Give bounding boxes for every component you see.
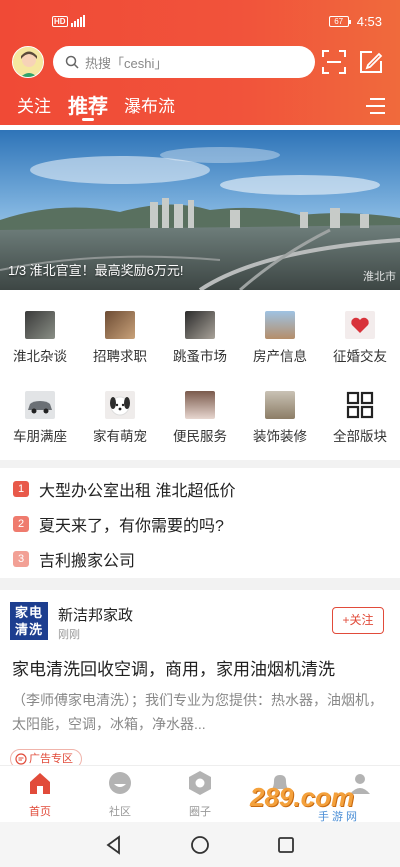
category-label: 淮北杂谈	[13, 349, 67, 364]
nav-label: 圈子	[189, 806, 211, 818]
post-author[interactable]: 新洁邦家政	[58, 604, 133, 625]
signal-icon	[70, 15, 85, 27]
category-thumbnail	[185, 311, 215, 339]
post-avatar-text: 家电清洗	[14, 605, 43, 637]
rank-badge: 3	[13, 551, 29, 567]
category-label: 房产信息	[253, 349, 307, 364]
hot-item-text: 吉利搬家公司	[39, 553, 136, 570]
site-watermark: 289.com 手游网	[250, 782, 390, 823]
recents-icon[interactable]	[276, 835, 296, 855]
search-bar[interactable]: 热搜「ceshi」	[53, 46, 315, 78]
category-item[interactable]: 淮北杂谈	[0, 305, 80, 375]
category-label: 家有萌宠	[93, 429, 147, 444]
category-label: 招聘求职	[93, 349, 147, 364]
search-placeholder: 热搜「ceshi」	[85, 55, 168, 71]
community-icon	[109, 772, 131, 794]
post-body[interactable]: （李师傅家电清洗）；我们专业为您提供：热水器，油烟机，太阳能，空调，冰箱，净水器…	[12, 688, 390, 736]
category-label: 装饰装修	[253, 429, 307, 444]
rank-badge: 2	[13, 516, 29, 532]
section-divider	[0, 460, 400, 468]
rank-badge: 1	[13, 481, 29, 497]
category-thumbnail	[25, 311, 55, 339]
status-bar: HD 67 4:53	[0, 0, 400, 40]
battery-icon: 67	[328, 16, 351, 27]
post-avatar[interactable]: 家电清洗	[10, 602, 48, 640]
category-item[interactable]: 招聘求职	[80, 305, 160, 375]
grid-icon	[346, 391, 374, 419]
feed-tabs: 关注 推荐 瀑布流	[0, 88, 400, 125]
app-header: HD 67 4:53 热搜「ceshi」 关注 推荐 瀑布流	[0, 0, 400, 125]
category-thumbnail	[185, 391, 215, 419]
clock: 4:53	[356, 14, 382, 29]
banner-carousel[interactable]: 1/3 淮北官宣！最高奖励6万元! 淮北市	[0, 130, 400, 290]
hot-list-item[interactable]: 2 夏天来了，有你需要的吗?	[0, 507, 224, 541]
category-item[interactable]: 车朋满座	[0, 385, 80, 455]
category-item[interactable]: 便民服务	[160, 385, 240, 455]
category-thumbnail	[105, 311, 135, 339]
category-label: 便民服务	[173, 429, 227, 444]
scan-icon[interactable]	[321, 49, 347, 75]
edit-icon[interactable]	[358, 49, 384, 75]
tab-follow[interactable]: 关注	[17, 92, 51, 117]
category-item[interactable]: 跳蚤市场	[160, 305, 240, 375]
tab-waterfall[interactable]: 瀑布流	[124, 92, 175, 117]
hot-list-item[interactable]: 3 吉利搬家公司	[0, 542, 135, 576]
home-button-icon[interactable]	[190, 835, 210, 855]
category-item[interactable]: 征婚交友	[320, 305, 400, 375]
category-label: 车朋满座	[13, 429, 67, 444]
back-icon[interactable]	[104, 835, 124, 855]
ad-icon	[15, 753, 27, 765]
nav-circle[interactable]: 圈子	[170, 770, 230, 819]
hot-item-text: 夏天来了，有你需要的吗?	[39, 518, 224, 535]
nav-label: 首页	[29, 806, 51, 818]
category-label: 跳蚤市场	[173, 349, 227, 364]
post-title[interactable]: 家电清洗回收空调，商用，家用油烟机清洗	[12, 655, 335, 680]
banner-watermark: 淮北市	[363, 271, 396, 283]
category-item[interactable]: 装饰装修	[240, 385, 320, 455]
category-label: 全部版块	[333, 429, 387, 444]
hot-item-text: 大型办公室出租 淮北超低价	[39, 483, 236, 500]
category-item[interactable]: 全部版块	[320, 385, 400, 455]
category-item[interactable]: 家有萌宠	[80, 385, 160, 455]
post-time: 刚刚	[58, 629, 80, 641]
nav-home[interactable]: 首页	[10, 770, 70, 819]
user-avatar[interactable]	[12, 46, 44, 78]
follow-button[interactable]: +关注	[332, 607, 384, 634]
menu-icon[interactable]	[364, 96, 386, 116]
tab-recommend[interactable]: 推荐	[68, 90, 108, 119]
section-divider	[0, 578, 400, 590]
search-icon	[65, 55, 79, 69]
category-thumbnail	[265, 311, 295, 339]
category-grid: 淮北杂谈 招聘求职 跳蚤市场 房产信息 征婚交友 车朋满座 家有萌宠 便民服务 …	[0, 305, 400, 455]
nav-label: 社区	[109, 806, 131, 818]
category-item[interactable]: 房产信息	[240, 305, 320, 375]
dog-icon	[105, 391, 135, 419]
banner-caption: 1/3 淮北官宣！最高奖励6万元!	[8, 263, 184, 278]
active-tab-indicator	[82, 118, 94, 121]
heart-icon	[345, 311, 375, 339]
hot-list-item[interactable]: 1 大型办公室出租 淮北超低价	[0, 472, 235, 506]
nav-community[interactable]: 社区	[90, 770, 150, 819]
category-label: 征婚交友	[333, 349, 387, 364]
category-thumbnail	[265, 391, 295, 419]
network-type: HD	[52, 15, 68, 27]
system-nav-bar	[0, 822, 400, 867]
car-icon	[25, 391, 55, 419]
circle-group-icon	[189, 771, 211, 795]
home-icon	[30, 773, 50, 794]
